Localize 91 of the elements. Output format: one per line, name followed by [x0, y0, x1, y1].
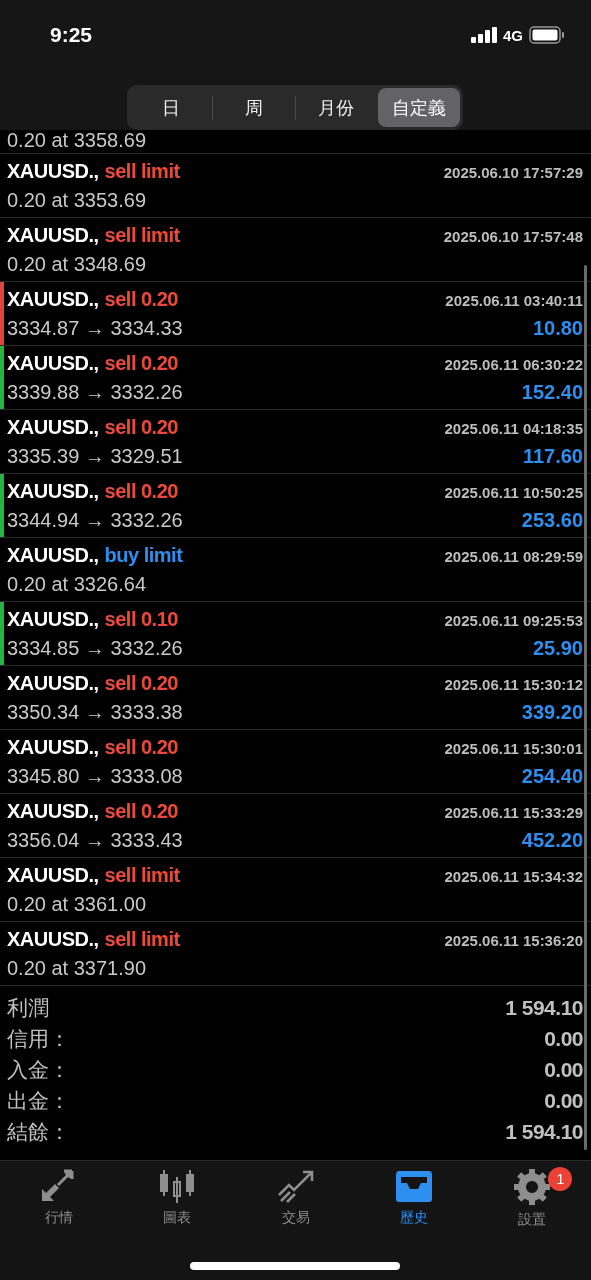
summary-label: 結餘： — [7, 1118, 70, 1145]
inbox-tray-icon — [394, 1169, 433, 1203]
order-profit: 254.40 — [521, 765, 583, 788]
order-symbol: XAUUSD., — [7, 672, 99, 695]
order-time: 2025.06.11 06:30:22 — [444, 356, 583, 373]
order-action: sell 0.10 — [104, 608, 178, 631]
order-action: sell 0.20 — [104, 800, 178, 823]
signal-icon — [471, 27, 497, 43]
order-action: sell limit — [104, 160, 180, 183]
order-detail: 0.20 at 3348.69 — [7, 253, 146, 276]
order-action: sell 0.20 — [104, 672, 178, 695]
order-symbol: XAUUSD., — [7, 864, 99, 887]
order-detail: 0.20 at 3361.00 — [7, 893, 146, 916]
order-symbol: XAUUSD., — [7, 160, 99, 183]
order-detail: 3356.04 → 3333.43 — [7, 829, 183, 852]
period-tab[interactable]: 日 — [130, 88, 212, 127]
order-profit: 117.60 — [522, 445, 583, 468]
order-time: 2025.06.11 15:33:29 — [444, 804, 583, 821]
order-time: 2025.06.11 08:29:59 — [444, 548, 583, 565]
order-detail: 0.20 at 3358.69 — [7, 130, 146, 151]
summary-label: 利潤 — [7, 994, 49, 1021]
order-detail: 3339.88 → 3332.26 — [7, 381, 183, 404]
order-action: sell 0.20 — [104, 352, 178, 375]
order-symbol: XAUUSD., — [7, 544, 99, 567]
battery-icon — [529, 26, 565, 44]
order-detail: 3334.87 → 3334.33 — [7, 317, 183, 340]
tab-bar-item[interactable]: 歷史 — [354, 1169, 473, 1233]
order-profit: 339.20 — [521, 701, 583, 724]
order-time: 2025.06.11 03:40:11 — [445, 292, 583, 309]
order-profit: 25.90 — [532, 637, 583, 660]
order-time: 2025.06.11 15:30:12 — [444, 676, 583, 693]
order-action: sell limit — [104, 864, 180, 887]
order-time: 2025.06.11 09:25:53 — [444, 612, 583, 629]
order-symbol: XAUUSD., — [7, 800, 99, 823]
tab-bar-item[interactable]: 1 設置 — [472, 1169, 591, 1233]
summary-value: 1 594.10 — [505, 995, 583, 1020]
order-row[interactable]: XAUUSD., sell limit 2025.06.10 17:57:48 0.20 at 3348.69 — [0, 218, 591, 282]
period-tab[interactable]: 月份 — [295, 88, 378, 127]
period-tab[interactable]: 自定義 — [378, 88, 460, 127]
order-action: sell 0.20 — [104, 288, 178, 311]
order-profit: 253.60 — [521, 509, 583, 532]
order-symbol: XAUUSD., — [7, 736, 99, 759]
order-symbol: XAUUSD., — [7, 288, 99, 311]
order-symbol: XAUUSD., — [7, 416, 99, 439]
clock-time: 9:25 — [50, 23, 94, 47]
summary-value: 0.00 — [544, 1026, 583, 1051]
order-symbol: XAUUSD., — [7, 352, 99, 375]
order-detail: 0.20 at 3353.69 — [7, 189, 146, 212]
order-time: 2025.06.11 04:18:35 — [444, 420, 583, 437]
order-detail: 3344.94 → 3332.26 — [7, 509, 183, 532]
order-action: sell 0.20 — [104, 736, 178, 759]
order-detail: 0.20 at 3371.90 — [7, 957, 146, 980]
period-tab[interactable]: 周 — [212, 88, 295, 127]
summary-label: 入金： — [7, 1056, 70, 1083]
candlestick-icon — [158, 1169, 197, 1203]
order-profit: 10.80 — [532, 317, 583, 340]
summary-value: 0.00 — [544, 1057, 583, 1082]
order-action: sell 0.20 — [104, 416, 178, 439]
order-action: sell 0.20 — [104, 480, 178, 503]
order-time: 2025.06.10 17:57:29 — [443, 164, 583, 181]
order-row[interactable]: XAUUSD., sell limit 2025.06.10 17:57:29 0.20 at 3353.69 — [0, 154, 591, 218]
tab-bar-item[interactable]: 交易 — [236, 1169, 355, 1233]
notification-badge: 1 — [548, 1167, 573, 1191]
network-label: 4G — [503, 26, 523, 44]
summary-value: 1 594.10 — [505, 1119, 583, 1144]
order-time: 2025.06.11 10:50:25 — [444, 484, 583, 501]
order-action: sell limit — [104, 928, 180, 951]
summary-label: 信用： — [7, 1025, 70, 1052]
tab-bar-item[interactable]: 圖表 — [118, 1169, 237, 1233]
summary-value: 0.00 — [544, 1088, 583, 1113]
order-time: 2025.06.11 15:34:32 — [444, 868, 583, 885]
order-detail: 3350.34 → 3333.38 — [7, 701, 183, 724]
summary-label: 出金： — [7, 1087, 70, 1114]
order-profit: 452.20 — [521, 829, 583, 852]
order-detail: 3334.85 → 3332.26 — [7, 637, 183, 660]
settings-icon — [513, 1169, 550, 1205]
order-symbol: XAUUSD., — [7, 608, 99, 631]
trend-arrow-icon — [276, 1169, 315, 1203]
order-detail: 3335.39 → 3329.51 — [7, 445, 183, 468]
order-symbol: XAUUSD., — [7, 480, 99, 503]
order-detail: 0.20 at 3326.64 — [7, 573, 146, 596]
order-symbol: XAUUSD., — [7, 928, 99, 951]
order-time: 2025.06.11 15:36:20 — [444, 932, 583, 949]
order-symbol: XAUUSD., — [7, 224, 99, 247]
order-action: buy limit — [104, 544, 183, 567]
order-profit: 152.40 — [521, 381, 583, 404]
order-action: sell limit — [104, 224, 180, 247]
order-time: 2025.06.10 17:57:48 — [443, 228, 583, 245]
tab-bar-item[interactable]: 行情 — [0, 1169, 119, 1233]
order-time: 2025.06.11 15:30:01 — [444, 740, 583, 757]
order-detail: 3345.80 → 3333.08 — [7, 765, 183, 788]
